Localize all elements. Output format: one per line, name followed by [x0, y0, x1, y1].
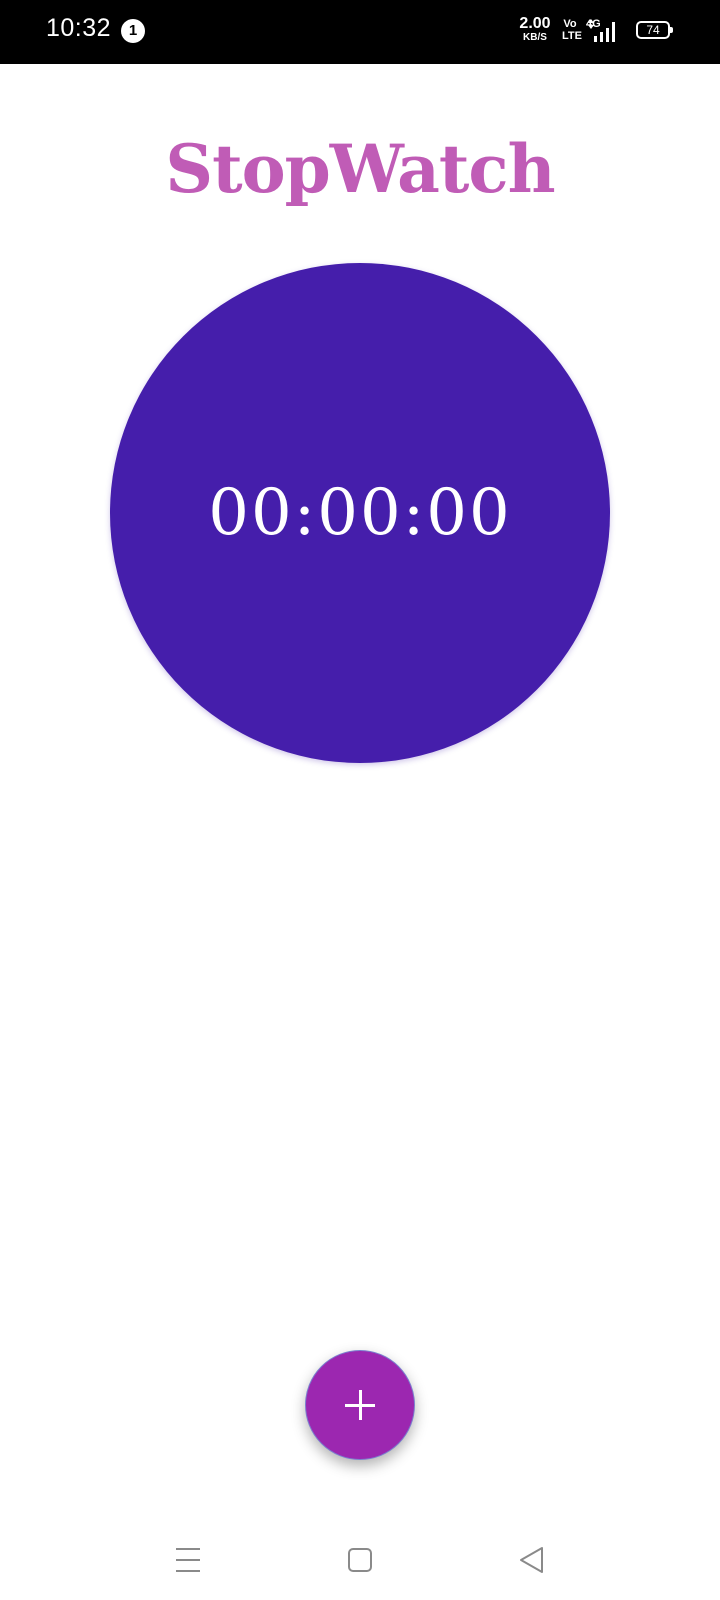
add-button[interactable] [305, 1350, 415, 1460]
notification-badge: 1 [121, 19, 145, 43]
network-speed-unit: KB/S [523, 32, 547, 43]
app-title: StopWatch [165, 130, 555, 208]
home-button[interactable] [330, 1530, 390, 1590]
stopwatch-display[interactable]: 00:00:00 [110, 263, 610, 763]
signal-icon: 4G [586, 18, 626, 44]
volte-bottom: LTE [562, 30, 582, 42]
battery-icon: 74 [636, 21, 673, 39]
volte-top: Vo [563, 18, 577, 30]
status-bar: 10:32 1 2.00 KB/S Vo LTE 4G 74 [0, 0, 720, 64]
network-speed-value: 2.00 [519, 15, 551, 32]
stopwatch-time: 00:00:00 [208, 476, 512, 550]
menu-lines-icon [176, 1548, 200, 1572]
back-button[interactable] [502, 1530, 562, 1590]
volte-icon: Vo LTE [562, 18, 582, 42]
status-time: 10:32 [46, 14, 112, 42]
triangle-back-icon [520, 1547, 543, 1573]
recents-button[interactable] [158, 1530, 218, 1590]
navigation-bar [0, 1520, 720, 1600]
square-icon [348, 1548, 372, 1572]
network-speed: 2.00 KB/S [516, 16, 554, 43]
signal-bars-icon [588, 19, 615, 42]
screen: 10:32 1 2.00 KB/S Vo LTE 4G 74 StopWatch [0, 0, 720, 1600]
